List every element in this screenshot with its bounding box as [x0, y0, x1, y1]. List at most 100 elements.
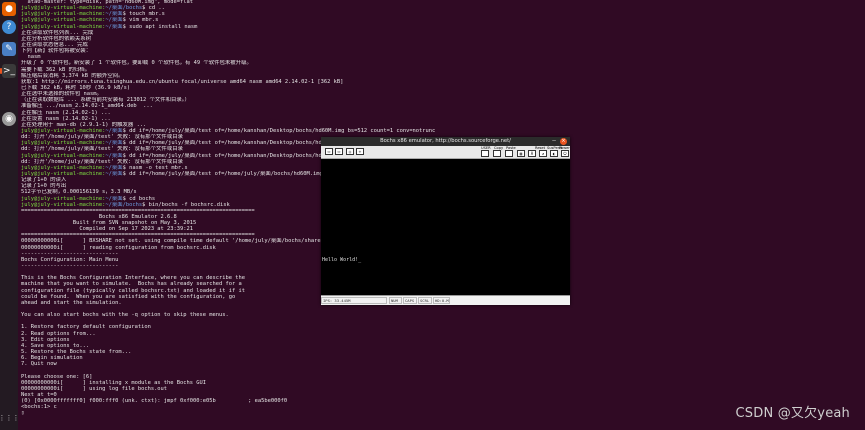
hd-status: HD:0-M	[433, 297, 450, 304]
line-text: dd: 打开'/home/july/桌面/test' 失败: 没有那个文件或目录	[21, 158, 183, 165]
bochs-status-bar: IPS: 33.445M NUM CAPS SCRL HD:0-M	[321, 295, 570, 305]
prompt-path: ~/桌面	[105, 17, 123, 24]
disc-icon[interactable]: ◉	[2, 112, 16, 126]
line-text: 需要下载 362 kB 的归档。	[21, 66, 91, 73]
line-text: dd: 打开'/home/july/桌面/test' 失败: 没有那个文件或目录	[21, 146, 183, 153]
minimize-icon[interactable]: –	[551, 138, 557, 144]
line-text: 1. Restore factory default configuration	[21, 324, 151, 331]
line-text: $ sudo apt install nasm	[122, 23, 198, 30]
bochs-toolbar: ▭ ▭ ◎ ✢ USER Copy Paste ▣ A Reset SusPen…	[321, 146, 570, 159]
prompt-user: july@july-virtual-machine:	[21, 11, 106, 18]
copy-button[interactable]	[493, 150, 501, 157]
line-text: ------------------------------	[21, 263, 119, 270]
power-icon[interactable]: ⏻	[561, 150, 569, 157]
user-button[interactable]	[481, 150, 489, 157]
prompt-user: july@july-virtual-machine:	[21, 164, 106, 171]
line-text: $ bin/bochs -f bochsrc.disk	[142, 201, 230, 208]
floppy-a-icon[interactable]: ▭	[325, 148, 333, 155]
line-text: 获取:1 http://mirrors.tuna.tsinghua.edu.cn…	[21, 78, 344, 85]
num-lock-status: NUM	[389, 297, 402, 304]
line-text: Next at t=0	[21, 392, 57, 398]
suspend-icon[interactable]: ◐	[550, 150, 558, 157]
prompt-path: ~/桌面	[105, 170, 123, 177]
line-text: 准备解压 .../nasm_2.14.02-1_amd64.deb ...	[21, 103, 153, 110]
line-text: dd: 打开'/home/july/桌面/test' 失败: 没有那个文件或目录	[21, 134, 183, 141]
prompt-path: ~/桌面	[105, 152, 123, 159]
watermark: CSDN @又欠yeah	[735, 406, 850, 421]
prompt-user: july@july-virtual-machine:	[21, 152, 106, 159]
prompt-user: july@july-virtual-machine:	[21, 140, 106, 147]
line-text: Built from SVN snapshot on May 3, 2015	[21, 220, 197, 227]
line-text: (0) [0x0000fffffff0] f000:fff0 (unk. ctx…	[21, 398, 288, 405]
paste-button[interactable]	[505, 150, 513, 157]
prompt-user: july@july-virtual-machine:	[21, 127, 106, 134]
line-text: 解压缩后会消耗 3,374 kB 的额外空间。	[21, 72, 124, 79]
bochs-title-bar[interactable]: Bochs x86 emulator, http://bochs.sourcef…	[321, 137, 570, 146]
line-text: 2. Read options from...	[21, 330, 96, 337]
prompt-path: ~/桌面	[105, 127, 123, 134]
line-text: （正在读取数据库 ... 系统当前共安装有 213012 个文件和目录。）	[21, 97, 190, 104]
line-text: ========================================…	[21, 207, 255, 214]
prompt-user: july@july-virtual-machine:	[21, 195, 106, 202]
firefox-icon[interactable]: ●	[2, 2, 16, 16]
line-text: 已下载 362 kB，耗时 10秒 (36.9 kB/s)	[21, 84, 131, 91]
cdrom-icon[interactable]: ◎	[346, 148, 354, 155]
line-text: 5. Restore the Bochs state from...	[21, 349, 132, 356]
line-text: machine that you want to simulate. Bochs…	[21, 281, 242, 288]
text-editor-icon[interactable]: ✎	[2, 42, 16, 56]
line-text: 升级了 0 个软件包，新安装了 1 个软件包，要卸载 0 个软件包，有 49 个…	[21, 60, 252, 67]
line-text: nasm	[21, 54, 41, 61]
line-text: 正在设置 nasm (2.14.02-1) ...	[21, 115, 111, 122]
floppy-b-icon[interactable]: ▭	[335, 148, 343, 155]
line-text: ------------------------------	[21, 250, 119, 257]
line-text: 正在读取软件包列表... 完成	[21, 29, 94, 36]
prompt-path: ~/桌面	[105, 23, 123, 30]
prompt-user: july@july-virtual-machine:	[21, 201, 106, 208]
line-text: 512字节已复制，0.000156139 s，3.3 MB/s	[21, 189, 137, 196]
line-text: 正在分析软件包的依赖关系树	[21, 35, 92, 42]
help-icon[interactable]: ?	[2, 20, 16, 34]
bochs-emulator-window[interactable]: Bochs x86 emulator, http://bochs.sourcef…	[321, 137, 570, 305]
line-text: $ cd bochs	[122, 195, 156, 202]
prompt-path: ~/桌面/bochs	[105, 201, 143, 208]
line-text: <bochs:1> c	[21, 404, 57, 411]
line-text: 00000000000i[ ] reading configuration fr…	[21, 244, 216, 251]
terminal-icon[interactable]: >_	[2, 64, 16, 78]
line-text: $ vim mbr.s	[122, 17, 159, 24]
line-text: Bochs Configuration: Main Menu	[21, 256, 119, 263]
prompt-user: july@july-virtual-machine:	[21, 23, 106, 30]
line-text: 3. Edit options	[21, 336, 70, 343]
close-button[interactable]: ×	[560, 138, 567, 145]
line-text: could be found. When you are satisfied w…	[21, 293, 236, 300]
caps-lock-status: CAPS	[403, 297, 417, 304]
ips-status: IPS: 33.445M	[321, 297, 387, 304]
line-text: Bochs x86 Emulator 2.6.8	[21, 213, 177, 220]
line-text: This is the Bochs Configuration Interfac…	[21, 275, 245, 282]
line-text: 下列【新】软件包将被安装：	[21, 48, 92, 55]
prompt-user: july@july-virtual-machine:	[21, 170, 106, 177]
prompt-path: ~/桌面	[105, 195, 123, 202]
bochs-title-text: Bochs x86 emulator, http://bochs.sourcef…	[380, 138, 511, 144]
line-text: 00000000000i[ ] using log file bochs.out	[21, 385, 168, 392]
prompt-path: ~/桌面	[105, 164, 123, 171]
line-text: $ touch mbr.s	[122, 11, 165, 18]
line-text: You can also start bochs with the -q opt…	[21, 312, 229, 319]
scroll-lock-status: SCRL	[418, 297, 432, 304]
bochs-display[interactable]: Hello World!_	[321, 159, 570, 295]
line-text: Please choose one: [6]	[21, 373, 93, 380]
line-text: $ nasm -o test mbr.s	[122, 164, 188, 171]
line-text: 记录了1+0 的写出	[21, 183, 67, 190]
line-text: configuration file (typically called boc…	[21, 287, 245, 294]
line-text: 正在选中未选择的软件包 nasm。	[21, 91, 102, 98]
prompt-user: july@july-virtual-machine:	[21, 17, 106, 24]
show-applications-icon[interactable]: ⋮⋮⋮	[0, 411, 20, 425]
prompt-path: ~/桌面/bochs	[105, 5, 143, 12]
line-text: $ dd if=/home/july/桌面/test of=/home/kans…	[122, 127, 436, 134]
reset-icon[interactable]: ↺	[539, 150, 547, 157]
snapshot-button[interactable]: ▣	[517, 150, 525, 157]
mouse-icon[interactable]: ✢	[356, 148, 364, 155]
line-text: 6. Begin simulation	[21, 355, 83, 362]
line-text: 4. Save options to...	[21, 342, 90, 349]
config-button[interactable]: A	[528, 150, 536, 157]
active-app-indicator	[0, 68, 2, 74]
